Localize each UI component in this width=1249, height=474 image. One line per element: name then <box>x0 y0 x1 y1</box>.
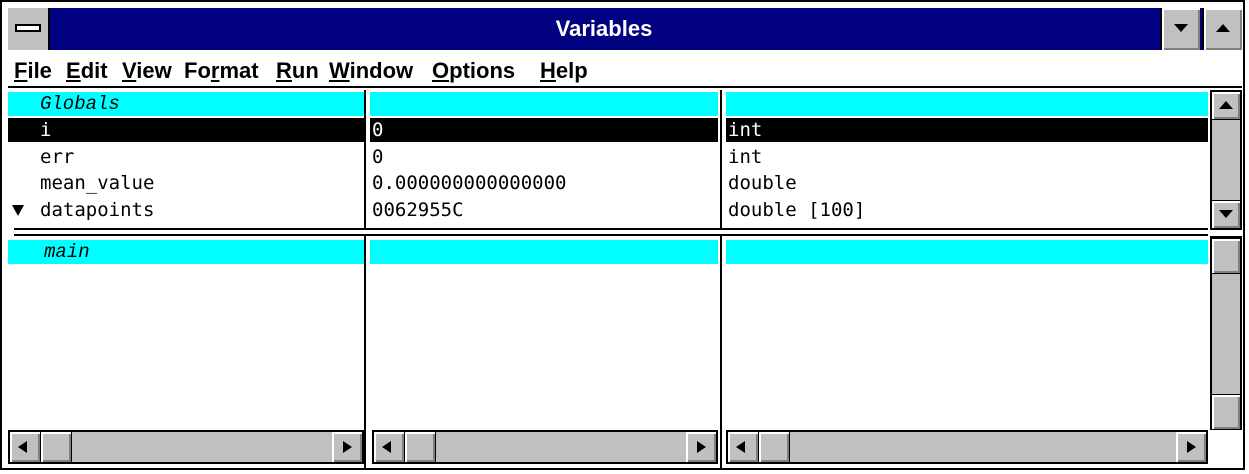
type-pane[interactable]: int int double double [100] <box>726 90 1208 468</box>
scroll-up-button[interactable] <box>1212 92 1240 120</box>
variable-row-mean-value-name[interactable]: mean_value <box>8 171 364 195</box>
menu-file[interactable]: File <box>14 58 52 84</box>
globals-value-header <box>370 92 718 116</box>
globals-type-header <box>726 92 1208 116</box>
variable-value: 0 <box>372 146 384 168</box>
variable-row-datapoints-type[interactable]: double [100] <box>726 198 1208 222</box>
size-grip <box>1210 430 1242 464</box>
title-bar[interactable]: Variables <box>8 8 1242 50</box>
globals-label: Globals <box>40 93 120 115</box>
arrow-left-icon <box>18 441 27 453</box>
maximize-icon <box>1216 24 1230 32</box>
menu-options[interactable]: Options <box>432 58 515 84</box>
variable-row-err-type[interactable]: int <box>726 145 1208 169</box>
globals-vertical-scrollbar[interactable] <box>1210 90 1242 230</box>
variable-type: double <box>728 172 797 194</box>
arrow-left-icon <box>736 441 745 453</box>
main-value-header <box>370 240 718 264</box>
menu-format[interactable]: Format <box>184 58 259 84</box>
main-vertical-scrollbar[interactable] <box>1210 236 1242 432</box>
pane-divider-right[interactable] <box>720 90 722 468</box>
scroll-right-button[interactable] <box>1176 432 1206 462</box>
type-horizontal-scrollbar[interactable] <box>726 430 1208 464</box>
menu-bar: File Edit View Format Run Window Options… <box>8 52 1242 88</box>
variable-name: mean_value <box>40 172 155 194</box>
variable-row-i-type[interactable]: int <box>726 118 1208 142</box>
menu-view[interactable]: View <box>122 58 172 84</box>
variable-type: int <box>728 119 763 141</box>
scroll-thumb-top[interactable] <box>1212 238 1240 274</box>
variable-row-i-name[interactable]: i <box>8 118 364 142</box>
scroll-left-button[interactable] <box>10 432 40 462</box>
scroll-right-button[interactable] <box>686 432 716 462</box>
window-title: Variables <box>555 16 653 41</box>
h-scroll-thumb[interactable] <box>404 432 436 462</box>
name-pane[interactable]: Globals i err mean_value datapoints main <box>8 90 364 468</box>
variable-value: 0.000000000000000 <box>372 172 567 194</box>
main-label: main <box>44 241 90 263</box>
menu-window[interactable]: Window <box>329 58 413 84</box>
arrow-up-icon <box>1219 101 1233 109</box>
arrow-right-icon <box>697 441 706 453</box>
arrow-right-icon <box>1187 441 1196 453</box>
scroll-right-button[interactable] <box>332 432 362 462</box>
variable-value: 0062955C <box>372 199 464 221</box>
main-section-header[interactable]: main <box>8 240 364 264</box>
variable-value: 0 <box>372 119 384 141</box>
menu-edit[interactable]: Edit <box>66 58 108 84</box>
name-horizontal-scrollbar[interactable] <box>8 430 364 464</box>
menu-help[interactable]: Help <box>540 58 588 84</box>
value-pane[interactable]: 0 0 0.000000000000000 0062955C <box>370 90 718 468</box>
scroll-left-button[interactable] <box>374 432 404 462</box>
split-bar[interactable] <box>14 228 1208 236</box>
variable-row-datapoints-value[interactable]: 0062955C <box>370 198 718 222</box>
variable-row-datapoints-name[interactable]: datapoints <box>8 198 364 222</box>
variable-name: datapoints <box>40 199 155 221</box>
variable-name: i <box>40 119 52 141</box>
variable-row-err-name[interactable]: err <box>8 145 364 169</box>
arrow-down-icon <box>1219 210 1233 218</box>
h-scroll-thumb[interactable] <box>40 432 72 462</box>
menu-run[interactable]: Run <box>276 58 319 84</box>
value-horizontal-scrollbar[interactable] <box>372 430 718 464</box>
scroll-down-button[interactable] <box>1212 200 1240 228</box>
main-type-header <box>726 240 1208 264</box>
globals-section-header[interactable]: Globals <box>8 92 364 116</box>
arrow-right-icon <box>343 441 352 453</box>
scroll-thumb-bottom[interactable] <box>1212 394 1240 430</box>
arrow-left-icon <box>382 441 391 453</box>
pane-divider-left[interactable] <box>364 90 366 468</box>
variables-window: Variables File Edit View Format Run Wind… <box>0 0 1249 474</box>
h-scroll-thumb[interactable] <box>758 432 790 462</box>
variable-type: double [100] <box>728 199 866 221</box>
variable-row-i-value[interactable]: 0 <box>370 118 718 142</box>
variable-row-mean-value-type[interactable]: double <box>726 171 1208 195</box>
variable-row-err-value[interactable]: 0 <box>370 145 718 169</box>
scroll-left-button[interactable] <box>728 432 758 462</box>
minimize-button[interactable] <box>1160 8 1200 50</box>
system-menu-icon[interactable] <box>8 8 50 50</box>
maximize-button[interactable] <box>1202 8 1242 50</box>
variable-row-mean-value-value[interactable]: 0.000000000000000 <box>370 171 718 195</box>
expand-triangle-icon[interactable] <box>12 205 24 216</box>
minimize-icon <box>1174 24 1188 32</box>
variable-type: int <box>728 146 763 168</box>
variable-name: err <box>40 146 75 168</box>
